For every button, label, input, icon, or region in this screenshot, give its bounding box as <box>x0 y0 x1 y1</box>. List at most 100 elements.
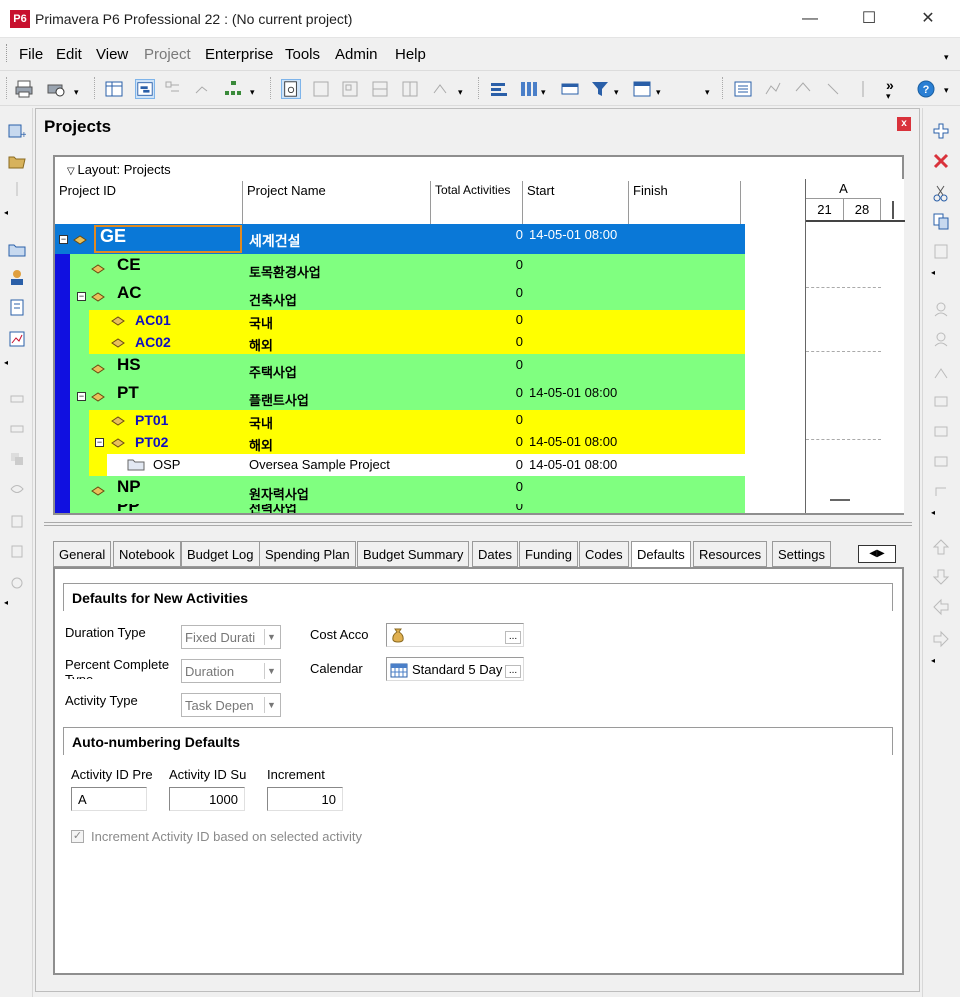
percent-complete-type-select[interactable]: Duration ▼ <box>181 659 281 683</box>
bars-icon[interactable] <box>489 79 509 99</box>
dropdown-arrow-icon[interactable]: ▾ <box>458 87 463 98</box>
cut-icon[interactable] <box>932 184 950 202</box>
column-header-start[interactable]: Start <box>523 181 629 225</box>
table-row[interactable]: HS 주택사업 0 <box>55 354 745 382</box>
menu-help[interactable]: Help <box>395 46 426 63</box>
table-row[interactable]: PP 전력사업 0 <box>55 504 745 513</box>
table-row[interactable]: OSP Oversea Sample Project 0 14-05-01 08… <box>55 454 745 476</box>
activity-id-prefix-input[interactable]: A <box>71 787 147 811</box>
table-row[interactable]: − GE 세계건설 0 14-05-01 08:00 <box>55 224 745 254</box>
copy-icon[interactable] <box>932 212 950 230</box>
dropdown-arrow-icon[interactable]: ▾ <box>656 87 661 98</box>
menu-tools[interactable]: Tools <box>285 46 320 63</box>
project-name: 주택사업 <box>249 365 297 380</box>
table-row[interactable]: AC01 국내 0 <box>55 310 745 332</box>
cost-account-browse-button[interactable]: ... <box>505 631 521 644</box>
expand-arrow-icon[interactable]: ◂ <box>931 508 935 517</box>
tab-spending-plan[interactable]: Spending Plan <box>259 541 356 567</box>
tab-settings[interactable]: Settings <box>772 541 831 567</box>
wbs-icon[interactable] <box>223 79 243 99</box>
reports-side-icon[interactable] <box>8 330 26 348</box>
increment-based-on-selected-checkbox[interactable]: ✓ <box>71 830 84 843</box>
pane-close-button[interactable]: x <box>897 117 911 131</box>
open-folder-icon[interactable] <box>8 152 26 170</box>
dropdown-arrow-icon[interactable]: ▾ <box>705 87 710 98</box>
timescale-icon[interactable] <box>560 79 580 99</box>
calendar-field[interactable]: Standard 5 Day ... <box>386 657 524 681</box>
tab-codes[interactable]: Codes <box>579 541 629 567</box>
menu-admin[interactable]: Admin <box>335 46 378 63</box>
column-header-total-activities[interactable]: Total Activities <box>431 181 523 225</box>
menu-view[interactable]: View <box>96 46 128 63</box>
print-icon[interactable] <box>14 79 34 99</box>
reports-icon[interactable] <box>733 79 753 99</box>
close-window-button[interactable]: ✕ <box>908 6 948 32</box>
tab-funding[interactable]: Funding <box>519 541 578 567</box>
tab-resources[interactable]: Resources <box>693 541 768 567</box>
table-row[interactable]: − AC 건축사업 0 <box>55 282 745 310</box>
add-icon[interactable] <box>932 122 950 140</box>
table-row[interactable]: NP 원자력사업 0 <box>55 476 745 504</box>
group-sort-icon[interactable] <box>632 79 652 99</box>
folder-icon[interactable] <box>8 240 26 258</box>
dropdown-arrow-icon[interactable]: ▾ <box>74 87 79 98</box>
dropdown-arrow-icon[interactable]: ▾ <box>250 87 255 98</box>
table-row[interactable]: − PT 플랜트사업 0 14-05-01 08:00 <box>55 382 745 410</box>
expand-arrow-icon[interactable]: ◂ <box>4 598 8 607</box>
tab-notebook[interactable]: Notebook <box>113 541 181 567</box>
menu-overflow-icon[interactable]: ▾ <box>944 52 949 63</box>
tab-budget-log[interactable]: Budget Log <box>181 541 260 567</box>
activity-id-suffix-input[interactable]: 1000 <box>169 787 245 811</box>
cost-account-field[interactable]: ... <box>386 623 524 647</box>
activity-type-select[interactable]: Task Depen ▼ <box>181 693 281 717</box>
expand-arrow-icon[interactable]: ◂ <box>931 268 935 277</box>
delete-icon[interactable] <box>932 152 950 170</box>
help-icon[interactable]: ? <box>916 79 936 99</box>
menu-file[interactable]: File <box>19 46 43 63</box>
expand-arrow-icon[interactable]: ◂ <box>931 656 935 665</box>
dropdown-arrow-icon[interactable]: ▾ <box>541 87 546 98</box>
gantt-chart-icon[interactable] <box>135 79 155 99</box>
collapse-icon[interactable]: − <box>77 292 86 301</box>
layout-dropdown[interactable]: ▽ Layout: Projects <box>67 162 171 177</box>
gantt-gridline <box>806 439 881 440</box>
tracking-icon[interactable] <box>8 298 26 316</box>
table-row[interactable]: − PT02 해외 0 14-05-01 08:00 <box>55 432 745 454</box>
column-header-finish[interactable]: Finish <box>629 181 741 225</box>
tab-general[interactable]: General <box>53 541 112 567</box>
tab-dates[interactable]: Dates <box>472 541 518 567</box>
tab-budget-summary[interactable]: Budget Summary <box>357 541 470 567</box>
dropdown-arrow-icon[interactable]: ▾ <box>886 91 891 102</box>
column-header-project-name[interactable]: Project Name <box>243 181 431 225</box>
maximize-button[interactable]: ☐ <box>849 6 889 32</box>
column-chooser-icon[interactable] <box>519 79 539 99</box>
filter-icon[interactable] <box>590 79 610 99</box>
print-preview-icon[interactable] <box>46 79 66 99</box>
columns-icon[interactable] <box>104 79 124 99</box>
dropdown-arrow-icon[interactable]: ▾ <box>614 87 619 98</box>
dropdown-arrow-icon[interactable]: ▾ <box>944 85 949 96</box>
column-header-project-id[interactable]: Project ID <box>55 181 243 225</box>
gantt-scroll-handle[interactable] <box>830 499 850 501</box>
collapse-icon[interactable]: − <box>59 235 68 244</box>
expand-arrow-icon[interactable]: ◂ <box>4 358 8 367</box>
tab-defaults[interactable]: Defaults <box>631 541 691 568</box>
page-view-icon[interactable] <box>281 79 301 99</box>
table-row[interactable]: PT01 국내 0 <box>55 410 745 432</box>
duration-type-select[interactable]: Fixed Durati ▼ <box>181 625 281 649</box>
menu-project[interactable]: Project <box>144 46 191 63</box>
resources-icon[interactable] <box>8 268 26 286</box>
collapse-icon[interactable]: − <box>95 438 104 447</box>
menu-enterprise[interactable]: Enterprise <box>205 46 273 63</box>
menu-edit[interactable]: Edit <box>56 46 82 63</box>
projects-icon[interactable]: + <box>8 122 26 140</box>
increment-input[interactable]: 10 <box>267 787 343 811</box>
table-row[interactable]: AC02 해외 0 <box>55 332 745 354</box>
minimize-button[interactable]: — <box>790 6 830 32</box>
calendar-browse-button[interactable]: ... <box>505 665 521 678</box>
pane-splitter[interactable] <box>44 522 912 526</box>
collapse-icon[interactable]: − <box>77 392 86 401</box>
table-row[interactable]: CE 토목환경사업 0 <box>55 254 745 282</box>
tab-scroll-buttons[interactable]: ◀▶ <box>858 545 896 563</box>
expand-arrow-icon[interactable]: ◂ <box>4 208 8 217</box>
